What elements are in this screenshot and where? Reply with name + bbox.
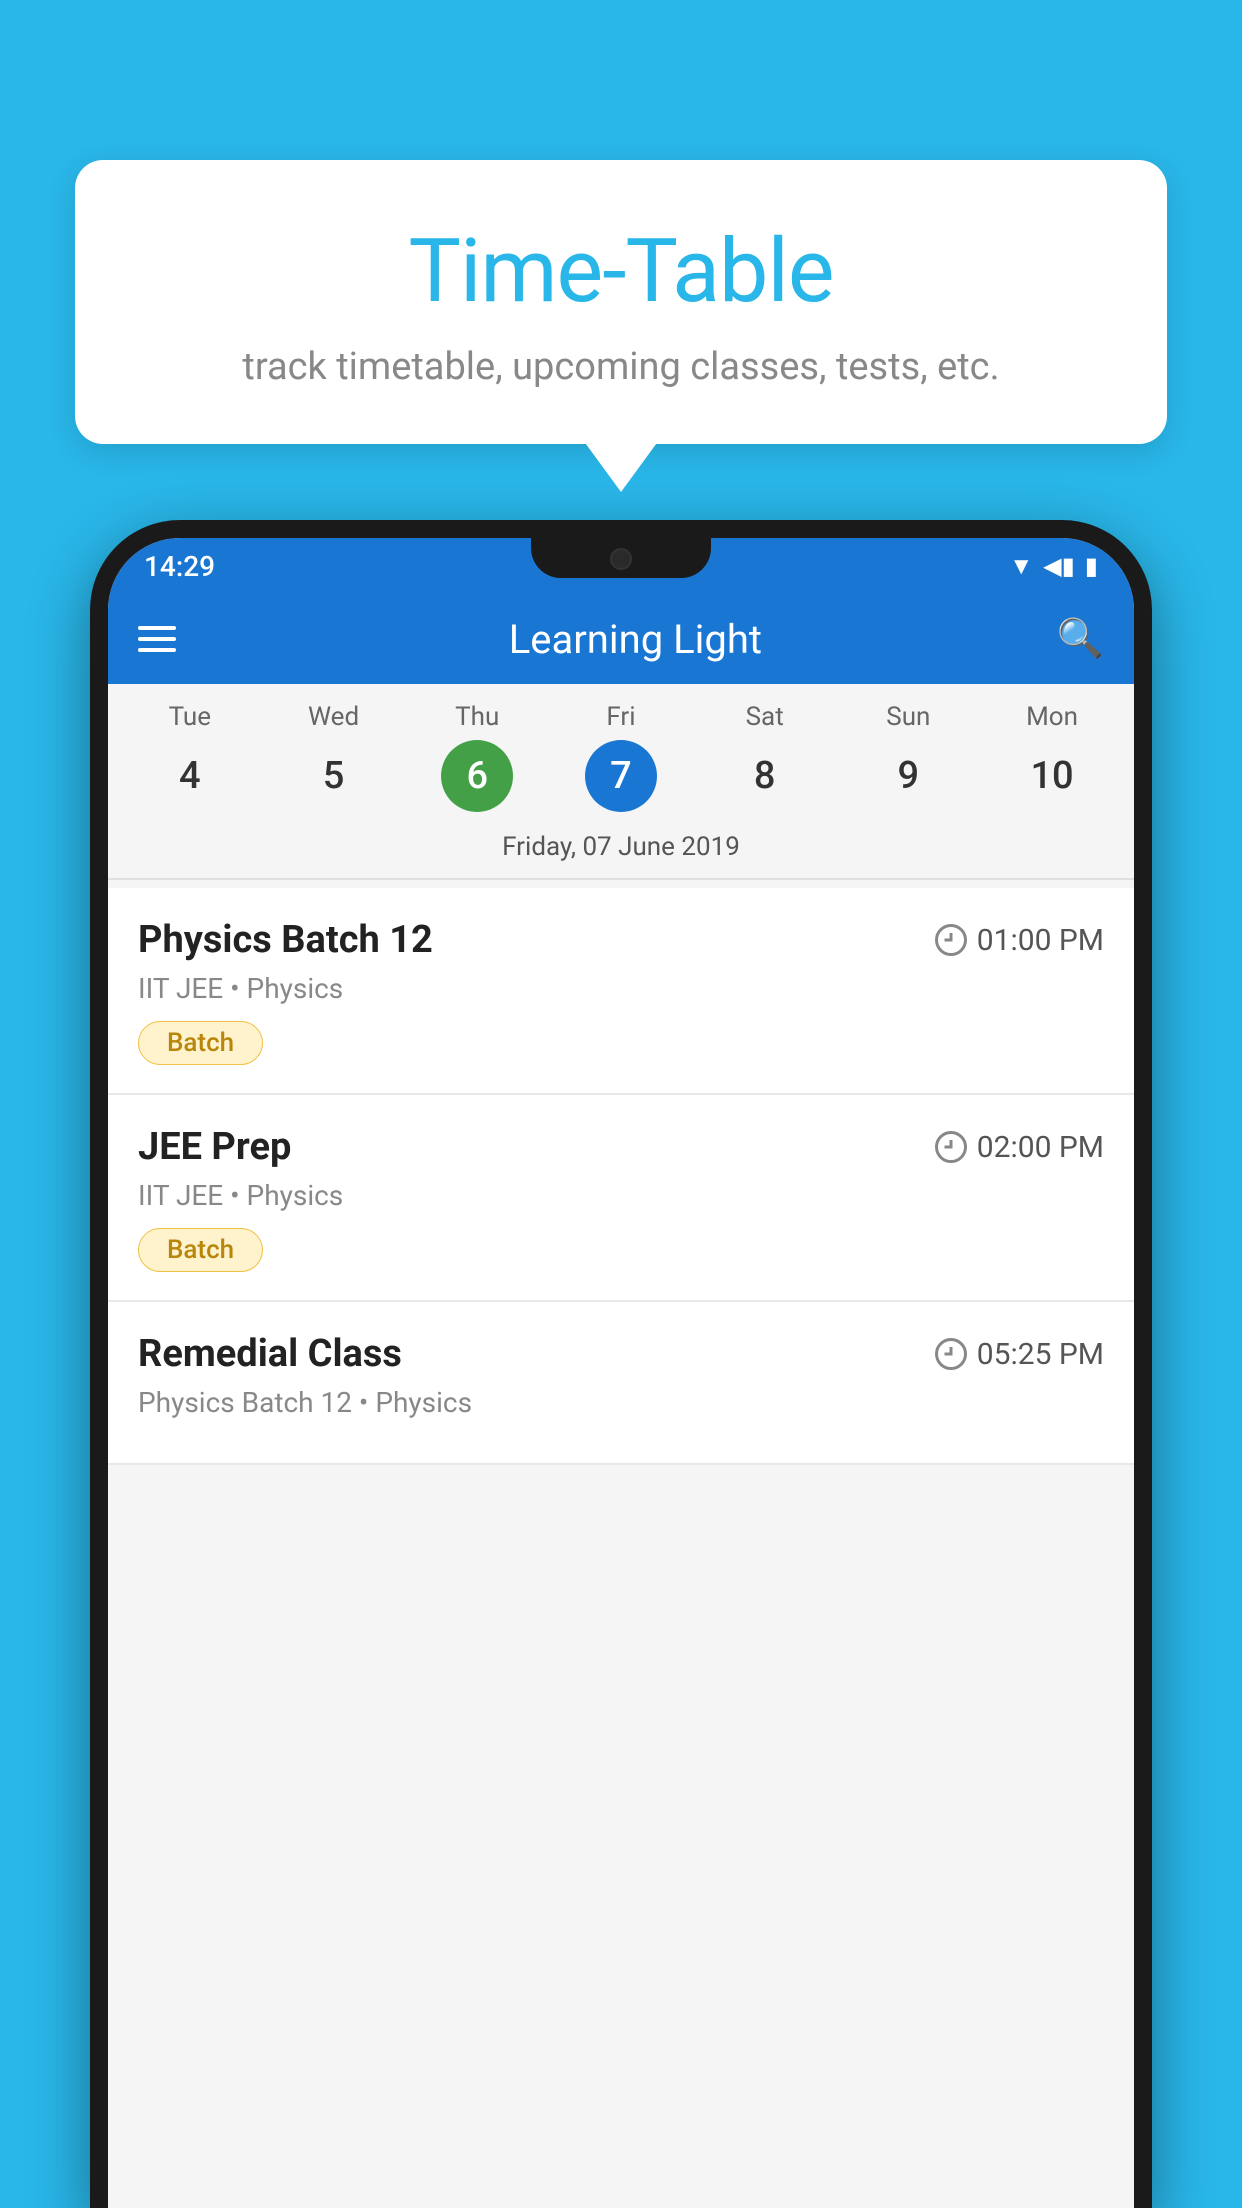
day-name: Tue [169, 702, 211, 732]
signal-icon: ◀▮ [1043, 552, 1075, 580]
day-cell-wed[interactable]: Wed 5 [274, 702, 394, 812]
day-cell-sat[interactable]: Sat 8 [705, 702, 825, 812]
calendar-divider [108, 878, 1134, 880]
wifi-icon: ▼ [1009, 552, 1033, 581]
time-value: 02:00 PM [977, 1130, 1104, 1165]
day-number[interactable]: 10 [1016, 740, 1088, 812]
schedule-time: 05:25 PM [935, 1337, 1104, 1372]
app-bar: Learning Light 🔍 [108, 594, 1134, 684]
clock-icon [935, 1338, 967, 1370]
schedule-time: 02:00 PM [935, 1130, 1104, 1165]
day-name: Wed [308, 702, 359, 732]
phone-notch [531, 538, 711, 578]
day-number[interactable]: 4 [154, 740, 226, 812]
day-number[interactable]: 7 [585, 740, 657, 812]
schedule-meta: IIT JEE • Physics [138, 972, 1104, 1005]
calendar-strip: Tue 4 Wed 5 Thu 6 Fri 7 Sat 8 Sun 9 Mon 10 Friday, 07… [108, 684, 1134, 888]
day-name: Thu [455, 702, 499, 732]
menu-icon[interactable] [138, 626, 176, 652]
status-time: 14:29 [144, 550, 215, 583]
time-value: 05:25 PM [977, 1337, 1104, 1372]
schedule-title: Remedial Class [138, 1332, 402, 1376]
schedule-item-header: JEE Prep 02:00 PM [138, 1125, 1104, 1169]
date-label: Friday, 07 June 2019 [108, 824, 1134, 878]
day-name: Fri [606, 702, 635, 732]
clock-icon [935, 1131, 967, 1163]
schedule-item[interactable]: JEE Prep 02:00 PM IIT JEE • Physics Batc… [108, 1095, 1134, 1302]
day-cell-fri[interactable]: Fri 7 [561, 702, 681, 812]
status-icons: ▼ ◀▮ ▮ [1009, 552, 1098, 581]
batch-badge: Batch [138, 1228, 263, 1272]
schedule-meta: Physics Batch 12 • Physics [138, 1386, 1104, 1419]
bubble-title: Time-Table [125, 220, 1117, 323]
day-name: Sun [886, 702, 930, 732]
schedule-title: JEE Prep [138, 1125, 291, 1169]
schedule-title: Physics Batch 12 [138, 918, 433, 962]
days-row: Tue 4 Wed 5 Thu 6 Fri 7 Sat 8 Sun 9 Mon 10 [108, 702, 1134, 812]
day-cell-sun[interactable]: Sun 9 [848, 702, 968, 812]
schedule-time: 01:00 PM [935, 923, 1104, 958]
day-name: Mon [1026, 702, 1078, 732]
schedule-item[interactable]: Physics Batch 12 01:00 PM IIT JEE • Phys… [108, 888, 1134, 1095]
bubble-subtitle: track timetable, upcoming classes, tests… [125, 345, 1117, 389]
time-value: 01:00 PM [977, 923, 1104, 958]
day-cell-tue[interactable]: Tue 4 [130, 702, 250, 812]
battery-icon: ▮ [1085, 552, 1098, 580]
schedule-item[interactable]: Remedial Class 05:25 PM Physics Batch 12… [108, 1302, 1134, 1465]
day-number[interactable]: 8 [729, 740, 801, 812]
schedule-meta: IIT JEE • Physics [138, 1179, 1104, 1212]
phone-frame: 14:29 ▼ ◀▮ ▮ Learning Light 🔍 Tue 4 Wed 5 Th… [90, 520, 1152, 2208]
day-cell-thu[interactable]: Thu 6 [417, 702, 537, 812]
app-title: Learning Light [206, 616, 1065, 663]
day-cell-mon[interactable]: Mon 10 [992, 702, 1112, 812]
speech-bubble: Time-Table track timetable, upcoming cla… [75, 160, 1167, 444]
clock-icon [935, 924, 967, 956]
phone-camera [610, 548, 632, 570]
batch-badge: Batch [138, 1021, 263, 1065]
search-icon[interactable]: 🔍 [1057, 617, 1104, 661]
day-number[interactable]: 6 [441, 740, 513, 812]
day-name: Sat [746, 702, 784, 732]
phone-screen: 14:29 ▼ ◀▮ ▮ Learning Light 🔍 Tue 4 Wed 5 Th… [108, 538, 1134, 2208]
schedule-list: Physics Batch 12 01:00 PM IIT JEE • Phys… [108, 888, 1134, 1465]
day-number[interactable]: 9 [872, 740, 944, 812]
schedule-item-header: Remedial Class 05:25 PM [138, 1332, 1104, 1376]
day-number[interactable]: 5 [298, 740, 370, 812]
schedule-item-header: Physics Batch 12 01:00 PM [138, 918, 1104, 962]
